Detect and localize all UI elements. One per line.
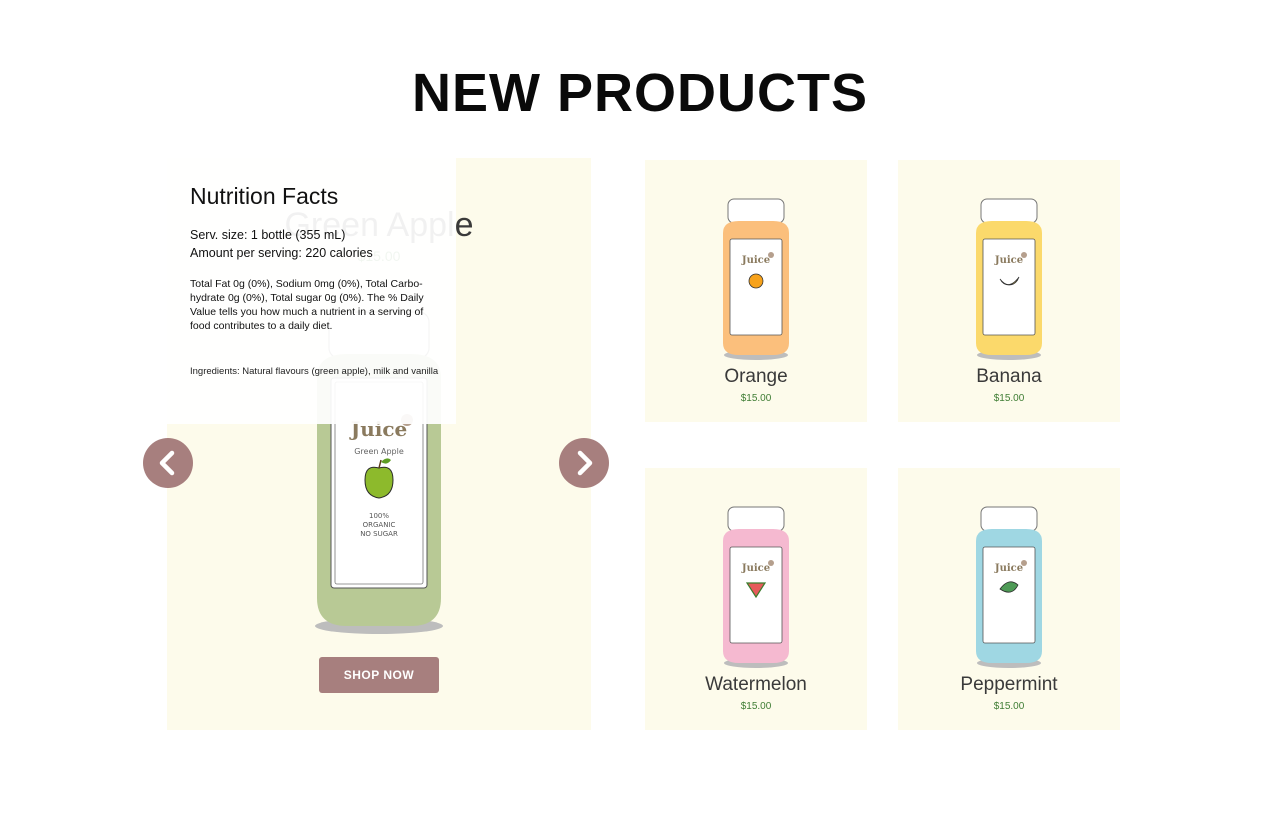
nutrition-facts-panel: Nutrition Facts Serv. size: 1 bottle (35… <box>167 158 456 424</box>
product-card-banana[interactable]: Juice Banana $15.00 <box>898 160 1120 422</box>
product-price: $15.00 <box>993 701 1025 712</box>
svg-text:Juice: Juice <box>994 563 1023 574</box>
nutrition-description: Total Fat 0g (0%), Sodium 0mg (0%), Tota… <box>190 278 424 332</box>
svg-text:Juice: Juice <box>994 255 1023 266</box>
shop-now-button[interactable]: SHOP NOW <box>319 657 439 693</box>
nutrition-serving-size: Serv. size: 1 bottle (355 mL) <box>190 228 346 242</box>
nutrition-title: Nutrition Facts <box>190 183 339 209</box>
bottle-label-line1: 100% <box>369 512 389 520</box>
watermelon-bottle-image: Juice <box>723 506 789 668</box>
product-name: Banana <box>976 366 1042 387</box>
chevron-right-icon <box>577 450 593 476</box>
section-title: NEW PRODUCTS <box>412 63 868 123</box>
product-price: $15.00 <box>740 701 772 712</box>
bottle-label-line3: NO SUGAR <box>360 530 398 538</box>
orange-icon <box>748 273 764 289</box>
product-name: Peppermint <box>960 674 1058 695</box>
bottle-label-flavor: Green Apple <box>354 447 404 456</box>
svg-text:Juice: Juice <box>741 563 770 574</box>
banana-bottle-image: Juice <box>976 198 1042 360</box>
nutrition-ingredients: Ingredients: Natural flavours (green app… <box>190 366 439 377</box>
peppermint-bottle-image: Juice <box>976 506 1042 668</box>
product-card-watermelon[interactable]: Juice Watermelon $15.00 <box>645 468 867 730</box>
product-price: $15.00 <box>993 393 1025 404</box>
product-name: Orange <box>724 366 788 387</box>
svg-text:Juice: Juice <box>741 255 770 266</box>
carousel-next-button[interactable] <box>559 438 609 488</box>
bottle-label-line2: ORGANIC <box>363 521 396 529</box>
product-price: $15.00 <box>740 393 772 404</box>
nutrition-amount: Amount per serving: 220 calories <box>190 246 373 260</box>
product-card-peppermint[interactable]: Juice Peppermint $15.00 <box>898 468 1120 730</box>
orange-bottle-image: Juice <box>723 198 789 360</box>
carousel-prev-button[interactable] <box>143 438 193 488</box>
product-card-orange[interactable]: Juice Orange $15.00 <box>645 160 867 422</box>
product-name: Watermelon <box>705 674 807 695</box>
chevron-left-icon <box>159 450 175 476</box>
